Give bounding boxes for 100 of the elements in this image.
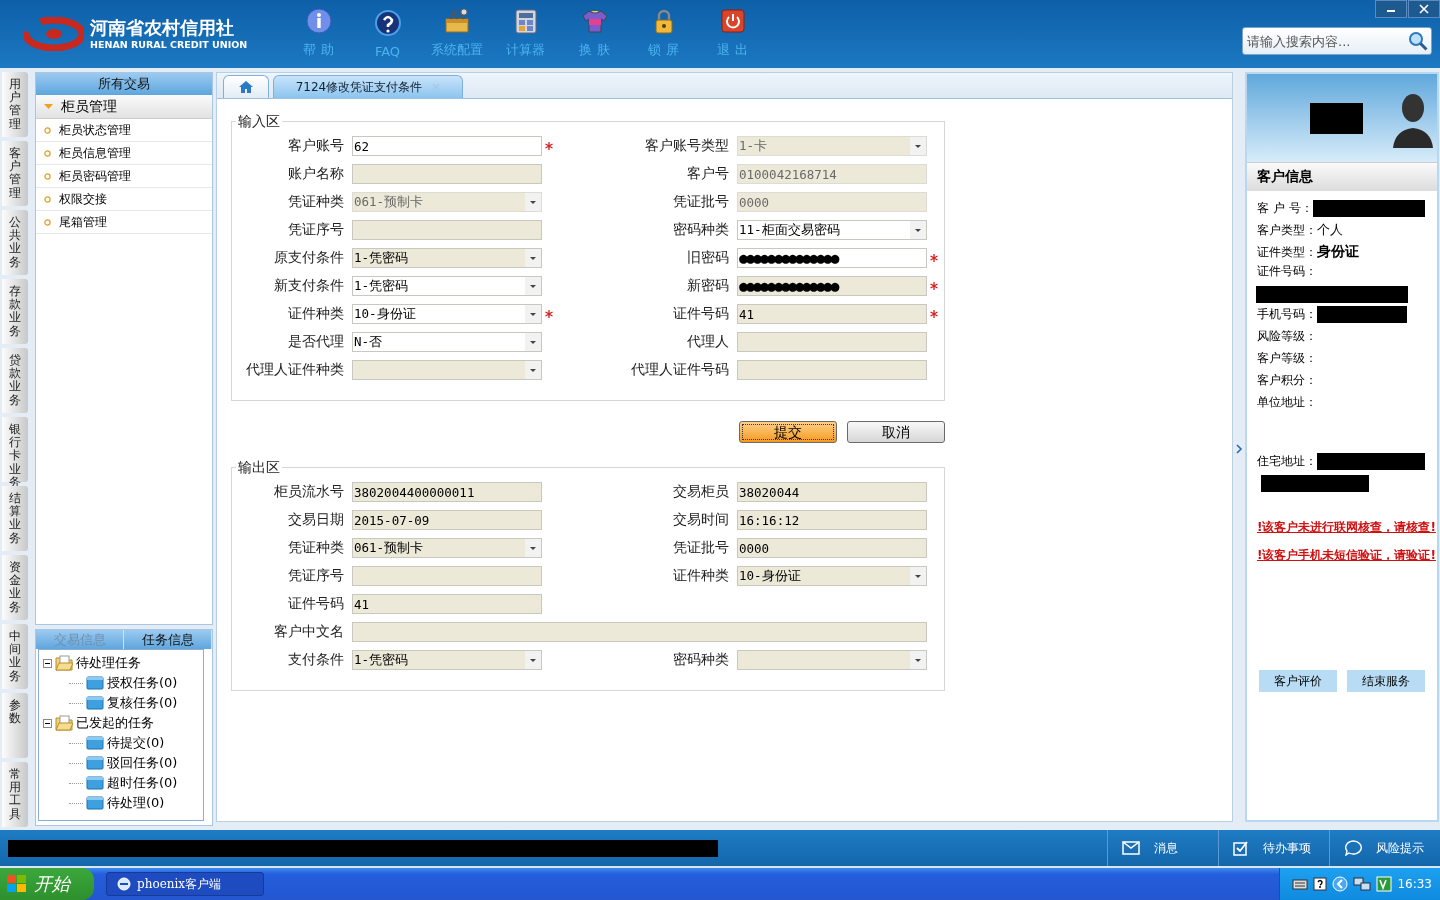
tree-item[interactable]: 已发起的任务 [76,714,154,732]
taskbar-button[interactable]: phoenix客户端 [106,872,264,896]
dropdown-field[interactable]: 1-凭密码 [352,276,542,296]
dropdown-field[interactable]: 11-柜面交易密码 [737,220,927,240]
action-button[interactable]: 客户评价 [1259,670,1337,692]
search-icon[interactable] [1407,30,1429,52]
dropdown-field[interactable]: 1-凭密码 [352,650,542,670]
caret-down-icon[interactable] [44,102,53,111]
text-field[interactable] [352,566,542,586]
circle-icon [44,126,51,134]
side-tab[interactable]: 结算业务 [2,486,28,551]
collapse-icon[interactable] [43,658,52,668]
side-tab[interactable]: 用户管理 [2,72,28,137]
dropdown-field[interactable]: 1-凭密码 [352,248,542,268]
dropdown-field[interactable]: 10-身份证 [737,566,927,586]
tree-item[interactable]: 待处理(0) [107,794,165,812]
info-label: 客户等级： [1257,349,1317,367]
side-tab[interactable]: 资金业务 [2,555,28,620]
field-label: 原支付条件 [273,249,345,267]
text-field[interactable] [352,220,542,240]
warning-link[interactable]: !该客户未进行联网核查，请核查! [1257,518,1437,536]
cancel-button[interactable]: 取消 [847,421,945,443]
side-tab[interactable]: 中间业务 [2,624,28,689]
field-label: 密码种类 [672,651,730,669]
field-label: 客户中文名 [273,623,345,641]
folder-icon [86,796,104,810]
close-icon[interactable] [1408,0,1440,18]
dropdown-field[interactable]: N-否 [352,332,542,352]
text-field[interactable] [737,360,927,380]
text-field[interactable]: 38020044 [737,482,927,502]
field-label: 客户账号类型 [644,137,730,155]
menu-item[interactable]: 柜员信息管理 [36,142,212,165]
text-field[interactable]: 41 [352,594,542,614]
warning-link[interactable]: !该客户手机未短信验证，请验证! [1257,546,1437,564]
side-tab[interactable]: 存款业务 [2,279,28,344]
field-label: 交易日期 [287,511,345,529]
text-field[interactable]: 3802004400000011 [352,482,542,502]
dropdown-field[interactable] [737,650,927,670]
logo-title: 河南省农村信用社 [90,17,235,39]
dropdown-field[interactable]: 10-身份证 [352,304,542,324]
text-field[interactable]: 41 [737,304,927,324]
windows-logo-icon [6,874,28,894]
action-button[interactable]: 结束服务 [1347,670,1425,692]
password-field[interactable]: ●●●●●●●●●●●●●● [737,276,927,296]
dropdown-field[interactable]: 061-预制卡 [352,538,542,558]
info-label: 证件类型： [1257,243,1317,261]
text-field[interactable]: 16:16:12 [737,510,927,530]
status-button[interactable]: 待办事项 [1218,830,1329,866]
section-title: 输入区 [236,113,282,131]
info-label: 证件号码： [1257,263,1317,280]
keyboard-icon[interactable] [1292,878,1309,890]
tree-item[interactable]: 授权任务(0) [107,674,178,692]
side-tab[interactable]: 客户管理 [2,141,28,206]
field-label: 证件号码 [287,595,345,613]
circle-icon [44,149,51,157]
side-tab[interactable]: 参数 [2,693,28,758]
tree-item[interactable]: 复核任务(0) [107,694,178,712]
field-label: 代理人 [686,333,730,351]
menu-group[interactable]: 柜员管理 [36,95,212,119]
page-tab[interactable]: 7124修改凭证支付条件 [273,75,463,98]
text-field[interactable]: 62 [352,136,542,156]
start-button[interactable]: 开始 [0,868,94,900]
menu-item[interactable]: 权限交接 [36,188,212,211]
side-tab[interactable]: 公共业务 [2,210,28,275]
text-field[interactable] [737,332,927,352]
status-button[interactable]: 消息 [1107,830,1218,866]
side-tab[interactable]: 贷款业务 [2,348,28,413]
envelope-icon [1122,841,1140,855]
text-field[interactable]: 0000 [737,538,927,558]
tree-item[interactable]: 超时任务(0) [107,774,178,792]
redaction-bar [1310,102,1363,134]
menu-item[interactable]: 柜员状态管理 [36,119,212,142]
field-label: 密码种类 [672,221,730,239]
password-field[interactable]: ●●●●●●●●●●●●●● [737,248,927,268]
power-icon [718,7,747,35]
text-field[interactable] [352,164,542,184]
dropdown-field[interactable] [352,360,542,380]
tree-item[interactable]: 驳回任务(0) [107,754,178,772]
text-field[interactable]: 2015-07-09 [352,510,542,530]
field-label: 凭证批号 [672,193,730,211]
tree-item[interactable]: 待处理任务 [76,654,141,672]
collapse-icon[interactable] [43,718,52,728]
panel-title: 客户信息 [1247,162,1437,191]
menu-item[interactable]: 尾箱管理 [36,211,212,234]
field-label: 代理人证件种类 [245,361,345,379]
help-icon[interactable] [1313,877,1328,891]
submit-button[interactable]: 提交 [739,421,837,443]
side-tab[interactable]: 常用工具 [2,762,28,827]
tree-item[interactable]: 待提交(0) [107,734,165,752]
field-label: 交易时间 [672,511,730,529]
field-label: 凭证序号 [287,567,345,585]
home-tab[interactable] [223,75,269,98]
menu-item[interactable]: 柜员密码管理 [36,165,212,188]
search-field[interactable]: 请输入搜索内容... [1242,27,1432,55]
panel-tab[interactable]: 任务信息 [124,630,212,649]
network-icon[interactable] [1353,876,1372,892]
minimize-icon[interactable] [1375,0,1407,18]
tray-app-icon[interactable] [1376,876,1393,892]
text-field[interactable] [352,622,927,642]
status-button[interactable]: 风险提示 [1329,830,1440,866]
